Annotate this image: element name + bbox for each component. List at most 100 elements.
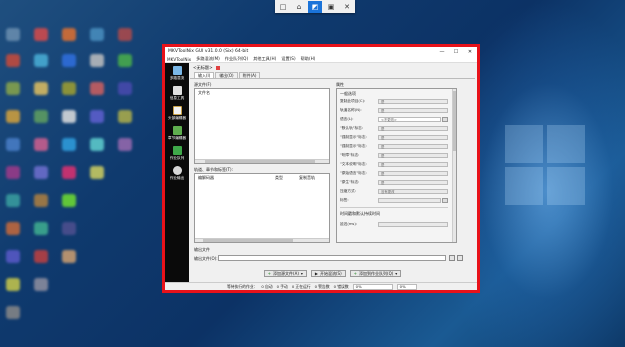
copy-item-select[interactable]: 是	[378, 98, 448, 104]
desktop-icons	[0, 20, 160, 347]
prop-original-language-flag: "原始语言"标志: 是	[340, 170, 448, 176]
menu-help[interactable]: 帮助(H)	[301, 56, 316, 62]
play-icon: ▶	[314, 271, 318, 276]
language-edit-button[interactable]	[442, 116, 448, 122]
menu-mkvtoolnix[interactable]: MKVToolNix	[167, 57, 191, 62]
menu-job-queue[interactable]: 作业队列(Q)	[225, 56, 248, 62]
title-bar: MKVToolNix GUI v31.0.0 (Six) 64-bit — ☐ …	[165, 47, 477, 56]
prop-language: 语言(L): <不更改>	[340, 116, 448, 122]
language-select[interactable]: <不更改>	[378, 116, 441, 122]
minimize-button[interactable]: —	[435, 49, 449, 55]
snap-window-icon[interactable]: ◩	[308, 0, 322, 13]
maximize-button[interactable]: ☐	[449, 49, 463, 55]
sidebar-item-label: 作业输出	[169, 176, 185, 180]
auto-jobs-count: 0 自动	[261, 283, 273, 289]
timestamps-group-label: 时间戳和默认持续时间	[340, 211, 380, 216]
queue-icon	[172, 146, 182, 155]
sidebar-item-info[interactable]: 信息工具	[167, 86, 187, 102]
window-body: 多路混流 信息工具 头部编辑器 章节编辑器 作业队列 作业输出 <无标题> 输入…	[165, 63, 477, 290]
file-tab-bar: <无标题>	[190, 63, 475, 72]
forced-flag-2-select[interactable]: 是	[378, 143, 448, 149]
sidebar-item-job-queue[interactable]: 作业队列	[167, 146, 187, 162]
warnings-count[interactable]: 0 警告数	[315, 284, 330, 290]
add-to-queue-button[interactable]: + 添加到作业队列(Q) ▾	[349, 270, 402, 277]
file-tab-label[interactable]: <无标题>	[193, 65, 213, 71]
prop-compression: 压缩方式: 没有更改	[340, 188, 448, 194]
sidebar-item-header-editor[interactable]: 头部编辑器	[167, 106, 187, 122]
sidebar-item-mux[interactable]: 多路混流	[167, 66, 187, 82]
prop-hearing-impaired-flag: "听障"标志: 是	[340, 152, 448, 158]
prop-forced-flag: "强制显示"标志: 是	[340, 134, 448, 140]
source-files-scrollbar[interactable]	[195, 159, 329, 163]
prop-tags: 标签:	[340, 197, 448, 203]
snap-freeform-icon[interactable]: ⌂	[292, 1, 306, 13]
tracks-scrollbar[interactable]	[195, 238, 329, 242]
text-descriptions-select[interactable]: 是	[378, 161, 448, 167]
sidebar-item-label: 章节编辑器	[168, 136, 186, 140]
original-language-select[interactable]: 是	[378, 170, 448, 176]
delay-field[interactable]	[378, 221, 448, 227]
prop-default-flag: "默认轨"标志: 是	[340, 125, 448, 131]
tab-attachments[interactable]: 附件(A)	[238, 72, 261, 78]
errors-count[interactable]: 0 错误数	[334, 284, 349, 290]
general-options-label: 一般选项	[340, 91, 356, 96]
menu-settings[interactable]: 设置(S)	[281, 56, 295, 62]
snap-toolbar: □ ⌂ ◩ ▣ ✕	[275, 0, 355, 13]
plus-icon: +	[353, 271, 358, 276]
prop-forced-flag-2: "强制显示"标志: 是	[340, 143, 448, 149]
sidebar-item-label: 头部编辑器	[168, 116, 186, 120]
manual-jobs-count: 0 手动	[276, 283, 288, 289]
properties-scrollbar[interactable]	[452, 89, 456, 242]
chevron-down-icon: ▾	[300, 271, 303, 276]
progress-bar: 0%	[352, 283, 393, 290]
pending-jobs-label: 等待执行的作业：	[227, 283, 258, 289]
tab-output[interactable]: 输出(O)	[215, 72, 238, 78]
prop-native-flag: "原生"标志: 是	[340, 179, 448, 185]
close-button[interactable]: ✕	[463, 49, 477, 55]
action-buttons: + 添加源文件(A) ▾ ▶ 开始混流(S) + 添加到作业队列(Q) ▾	[190, 270, 475, 279]
running-jobs-count: 0 正在运行	[291, 283, 311, 289]
tab-strip: 输入(I) 输出(O) 附件(A)	[190, 72, 475, 79]
main-content: <无标题> 输入(I) 输出(O) 附件(A) 源文件(F) 文件名 轨道、章节…	[190, 63, 475, 282]
prop-copy-item: 复制此项目(C): 是	[340, 98, 448, 104]
menu-multiplexer[interactable]: 多路混流(M)	[196, 56, 220, 62]
chevron-down-icon: ▾	[395, 271, 398, 276]
job-output-icon	[172, 166, 182, 175]
hearing-impaired-select[interactable]: 是	[378, 152, 448, 158]
tags-browse-button[interactable]	[442, 197, 448, 203]
close-tab-icon[interactable]	[215, 65, 220, 70]
sidebar-item-chapter-editor[interactable]: 章节编辑器	[167, 126, 187, 142]
sidebar-item-job-output[interactable]: 作业输出	[167, 166, 187, 182]
forced-flag-select[interactable]: 是	[378, 134, 448, 140]
tracks-header-copy: 复制音轨	[299, 175, 315, 180]
snap-rect-icon[interactable]: □	[276, 1, 290, 13]
app-window: MKVToolNix GUI v31.0.0 (Six) 64-bit — ☐ …	[162, 44, 480, 293]
track-name-field[interactable]: 是	[378, 107, 448, 113]
snap-fullscreen-icon[interactable]: ▣	[324, 1, 338, 13]
output-file-field[interactable]	[218, 255, 446, 261]
snap-close-icon[interactable]: ✕	[340, 1, 354, 13]
sidebar: 多路混流 信息工具 头部编辑器 章节编辑器 作业队列 作业输出	[165, 63, 189, 282]
tracks-list[interactable]: 编解码器 类型 复制音轨	[194, 173, 330, 243]
output-menu-button[interactable]	[457, 255, 463, 261]
default-flag-select[interactable]: 是	[378, 125, 448, 131]
tags-field[interactable]	[378, 197, 441, 203]
prop-text-descriptions-flag: "文本说明"标志: 是	[340, 161, 448, 167]
chapter-icon	[172, 126, 182, 135]
start-mux-button[interactable]: ▶ 开始混流(S)	[310, 270, 346, 277]
menu-other-tools[interactable]: 其他工具(H)	[253, 56, 276, 62]
sidebar-item-label: 信息工具	[169, 96, 185, 100]
add-source-files-button[interactable]: + 添加源文件(A) ▾	[263, 270, 307, 277]
output-file-label: 输出文件(O):	[194, 256, 218, 261]
source-files-list[interactable]: 文件名	[194, 88, 330, 164]
sidebar-item-label: 作业队列	[169, 156, 185, 160]
tracks-header-codec: 编解码器	[198, 175, 214, 180]
header-editor-icon	[172, 106, 182, 115]
file-name-header: 文件名	[198, 90, 210, 95]
prop-track-name: 轨道名称(N): 是	[340, 107, 448, 113]
native-flag-select[interactable]: 是	[378, 179, 448, 185]
compression-select[interactable]: 没有更改	[378, 188, 448, 194]
tracks-header-type: 类型	[275, 175, 283, 180]
output-browse-button[interactable]	[449, 255, 455, 261]
tab-input[interactable]: 输入(I)	[194, 72, 215, 78]
